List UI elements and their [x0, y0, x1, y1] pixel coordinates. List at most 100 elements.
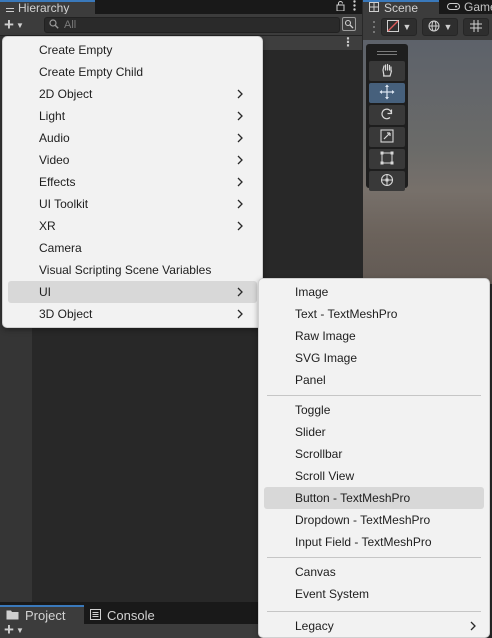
submenu-item-label: Dropdown - TextMeshPro — [295, 513, 431, 527]
search-field[interactable] — [44, 17, 340, 33]
grid-icon — [470, 20, 482, 34]
submenu-item-raw-image[interactable]: Raw Image — [264, 325, 484, 347]
tab-menu-icon[interactable] — [353, 0, 356, 14]
hand-tool-button[interactable] — [369, 61, 405, 81]
chevron-right-icon — [235, 220, 245, 232]
search-input[interactable] — [64, 19, 304, 31]
submenu-item-label: Scrollbar — [295, 447, 343, 461]
scale-tool-button[interactable] — [369, 127, 405, 147]
submenu-item-scrollbar[interactable]: Scrollbar — [264, 443, 484, 465]
menu-item-create-empty[interactable]: Create Empty — [8, 39, 257, 61]
tab-scene-label: Scene — [384, 1, 419, 15]
move-icon — [379, 84, 395, 103]
menu-item-label: 3D Object — [39, 307, 93, 321]
submenu-item-button-textmeshpro[interactable]: Button - TextMeshPro — [264, 487, 484, 509]
scene-menu-icon[interactable]: ⋮ — [342, 35, 354, 49]
menu-item-audio[interactable]: Audio — [8, 127, 257, 149]
tab-game-label: Game — [464, 0, 492, 14]
rect-tool-button[interactable] — [369, 149, 405, 169]
chevron-down-icon: ▼ — [402, 22, 412, 32]
menu-item-visual-scripting-scene-variables[interactable]: Visual Scripting Scene Variables — [8, 259, 257, 281]
rotate-icon — [380, 107, 394, 124]
scene-globe-dropdown[interactable]: ▼ — [422, 18, 458, 36]
submenu-item-svg-image[interactable]: SVG Image — [264, 347, 484, 369]
submenu-item-label: Raw Image — [295, 329, 356, 343]
tool-palette-grip[interactable] — [369, 47, 405, 59]
scene-grid-button[interactable] — [463, 18, 489, 36]
create-context-menu: Create Empty Create Empty Child 2D Object L… — [2, 36, 263, 328]
search-icon — [49, 18, 59, 32]
menu-item-ui[interactable]: UI — [8, 281, 257, 303]
chevron-right-icon — [235, 110, 245, 122]
menu-separator — [267, 611, 481, 612]
submenu-item-scroll-view[interactable]: Scroll View — [264, 465, 484, 487]
hierarchy-toolbar: + ▼ — [0, 14, 362, 36]
tab-game[interactable]: Game — [443, 0, 492, 14]
menu-item-label: Light — [39, 109, 66, 123]
menu-item-label: 2D Object — [39, 87, 93, 101]
scene-toolbar: ▼ ▼ — [363, 14, 492, 40]
chevron-down-icon: ▼ — [443, 22, 453, 32]
chevron-down-icon: ▼ — [15, 625, 24, 635]
menu-separator — [267, 395, 481, 396]
menu-item-light[interactable]: Light — [8, 105, 257, 127]
chevron-down-icon: ▼ — [15, 20, 24, 30]
hand-icon — [380, 63, 394, 80]
hierarchy-tab-tools — [336, 0, 356, 14]
scene-tab-bar: Scene Game — [363, 0, 492, 15]
submenu-item-label: Image — [295, 285, 329, 299]
menu-item-camera[interactable]: Camera — [8, 237, 257, 259]
submenu-item-image[interactable]: Image — [264, 281, 484, 303]
submenu-item-toggle[interactable]: Toggle — [264, 399, 484, 421]
tab-scene[interactable]: Scene — [363, 0, 439, 15]
menu-item-create-empty-child[interactable]: Create Empty Child — [8, 61, 257, 83]
submenu-item-label: SVG Image — [295, 351, 358, 365]
menu-item-label: Camera — [39, 241, 82, 255]
menu-item-xr[interactable]: XR — [8, 215, 257, 237]
submenu-item-label: Text - TextMeshPro — [295, 307, 398, 321]
ui-submenu: Image Text - TextMeshPro Raw Image SVG Imag… — [258, 278, 490, 638]
tab-hierarchy[interactable]: Hierarchy — [0, 0, 95, 15]
submenu-item-text-textmeshpro[interactable]: Text - TextMeshPro — [264, 303, 484, 325]
submenu-item-canvas[interactable]: Canvas — [264, 561, 484, 583]
menu-item-effects[interactable]: Effects — [8, 171, 257, 193]
plus-icon: + — [4, 15, 14, 34]
submenu-item-label: Scroll View — [295, 469, 355, 483]
scene-visibility-icon[interactable] — [342, 17, 356, 31]
submenu-item-slider[interactable]: Slider — [264, 421, 484, 443]
create-dropdown-button[interactable]: + ▼ — [4, 15, 34, 34]
menu-item-label: Effects — [39, 175, 76, 189]
toolbar-grip-icon — [368, 18, 380, 36]
menu-item-video[interactable]: Video — [8, 149, 257, 171]
submenu-item-dropdown-textmeshpro[interactable]: Dropdown - TextMeshPro — [264, 509, 484, 531]
menu-item-label: Visual Scripting Scene Variables — [39, 263, 212, 277]
menu-item-2d-object[interactable]: 2D Object — [8, 83, 257, 105]
project-create-dropdown[interactable]: + ▼ — [4, 621, 34, 638]
chevron-right-icon — [235, 132, 245, 144]
menu-item-label: Create Empty — [39, 43, 113, 57]
draw-mode-dropdown[interactable]: ▼ — [381, 18, 417, 36]
menu-item-3d-object[interactable]: 3D Object — [8, 303, 257, 325]
submenu-item-panel[interactable]: Panel — [264, 369, 484, 391]
submenu-item-label: Event System — [295, 587, 370, 601]
menu-item-ui-toolkit[interactable]: UI Toolkit — [8, 193, 257, 215]
chevron-right-icon — [235, 308, 245, 320]
console-icon — [90, 608, 101, 623]
chevron-right-icon — [235, 286, 245, 298]
menu-item-label: Audio — [39, 131, 70, 145]
hierarchy-tab-bar: Hierarchy — [0, 0, 362, 15]
submenu-item-input-field-textmeshpro[interactable]: Input Field - TextMeshPro — [264, 531, 484, 553]
rect-transform-icon — [380, 151, 394, 168]
submenu-item-label: Legacy — [295, 619, 334, 633]
rotate-tool-button[interactable] — [369, 105, 405, 125]
move-tool-button[interactable] — [369, 83, 405, 103]
transform-tool-button[interactable] — [369, 171, 405, 191]
submenu-item-event-system[interactable]: Event System — [264, 583, 484, 605]
lock-icon[interactable] — [336, 0, 345, 14]
tab-console[interactable]: Console — [84, 606, 174, 624]
menu-item-label: UI — [39, 285, 51, 299]
menu-separator — [267, 557, 481, 558]
list-icon — [6, 4, 14, 15]
scene-grid-icon — [369, 1, 379, 15]
submenu-item-legacy[interactable]: Legacy — [264, 615, 484, 637]
